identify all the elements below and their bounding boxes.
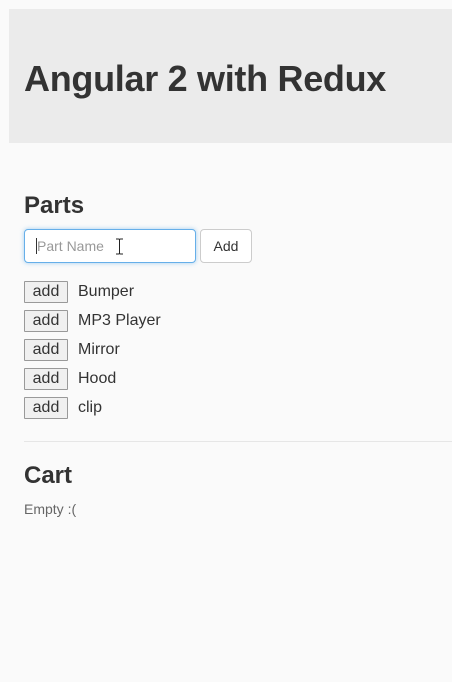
part-name-input[interactable] [24, 229, 196, 263]
part-name: Hood [78, 370, 117, 387]
ibeam-cursor-icon [116, 238, 123, 255]
part-name: Mirror [78, 341, 120, 358]
list-item: add Hood [24, 368, 161, 397]
section-divider [24, 441, 452, 442]
list-item: add MP3 Player [24, 310, 161, 339]
text-caret [36, 238, 37, 254]
list-item: add Bumper [24, 281, 161, 310]
part-name: clip [78, 399, 103, 416]
part-name: Bumper [78, 283, 135, 300]
cart-empty-message: Empty :( [24, 501, 77, 517]
list-item: add clip [24, 397, 161, 426]
add-to-cart-button[interactable]: add [24, 339, 68, 361]
list-item: add Mirror [24, 339, 161, 368]
parts-heading: Parts [24, 192, 85, 219]
part-name: MP3 Player [78, 312, 161, 329]
add-part-button[interactable]: Add [200, 229, 252, 263]
page-title: Angular 2 with Redux [24, 58, 387, 99]
add-to-cart-button[interactable]: add [24, 310, 68, 332]
cart-heading: Cart [24, 462, 73, 489]
parts-list: add Bumper add MP3 Player add Mirror add… [24, 281, 161, 426]
header-banner: Angular 2 with Redux [9, 9, 452, 143]
add-to-cart-button[interactable]: add [24, 368, 68, 390]
add-to-cart-button[interactable]: add [24, 281, 68, 303]
add-to-cart-button[interactable]: add [24, 397, 68, 419]
